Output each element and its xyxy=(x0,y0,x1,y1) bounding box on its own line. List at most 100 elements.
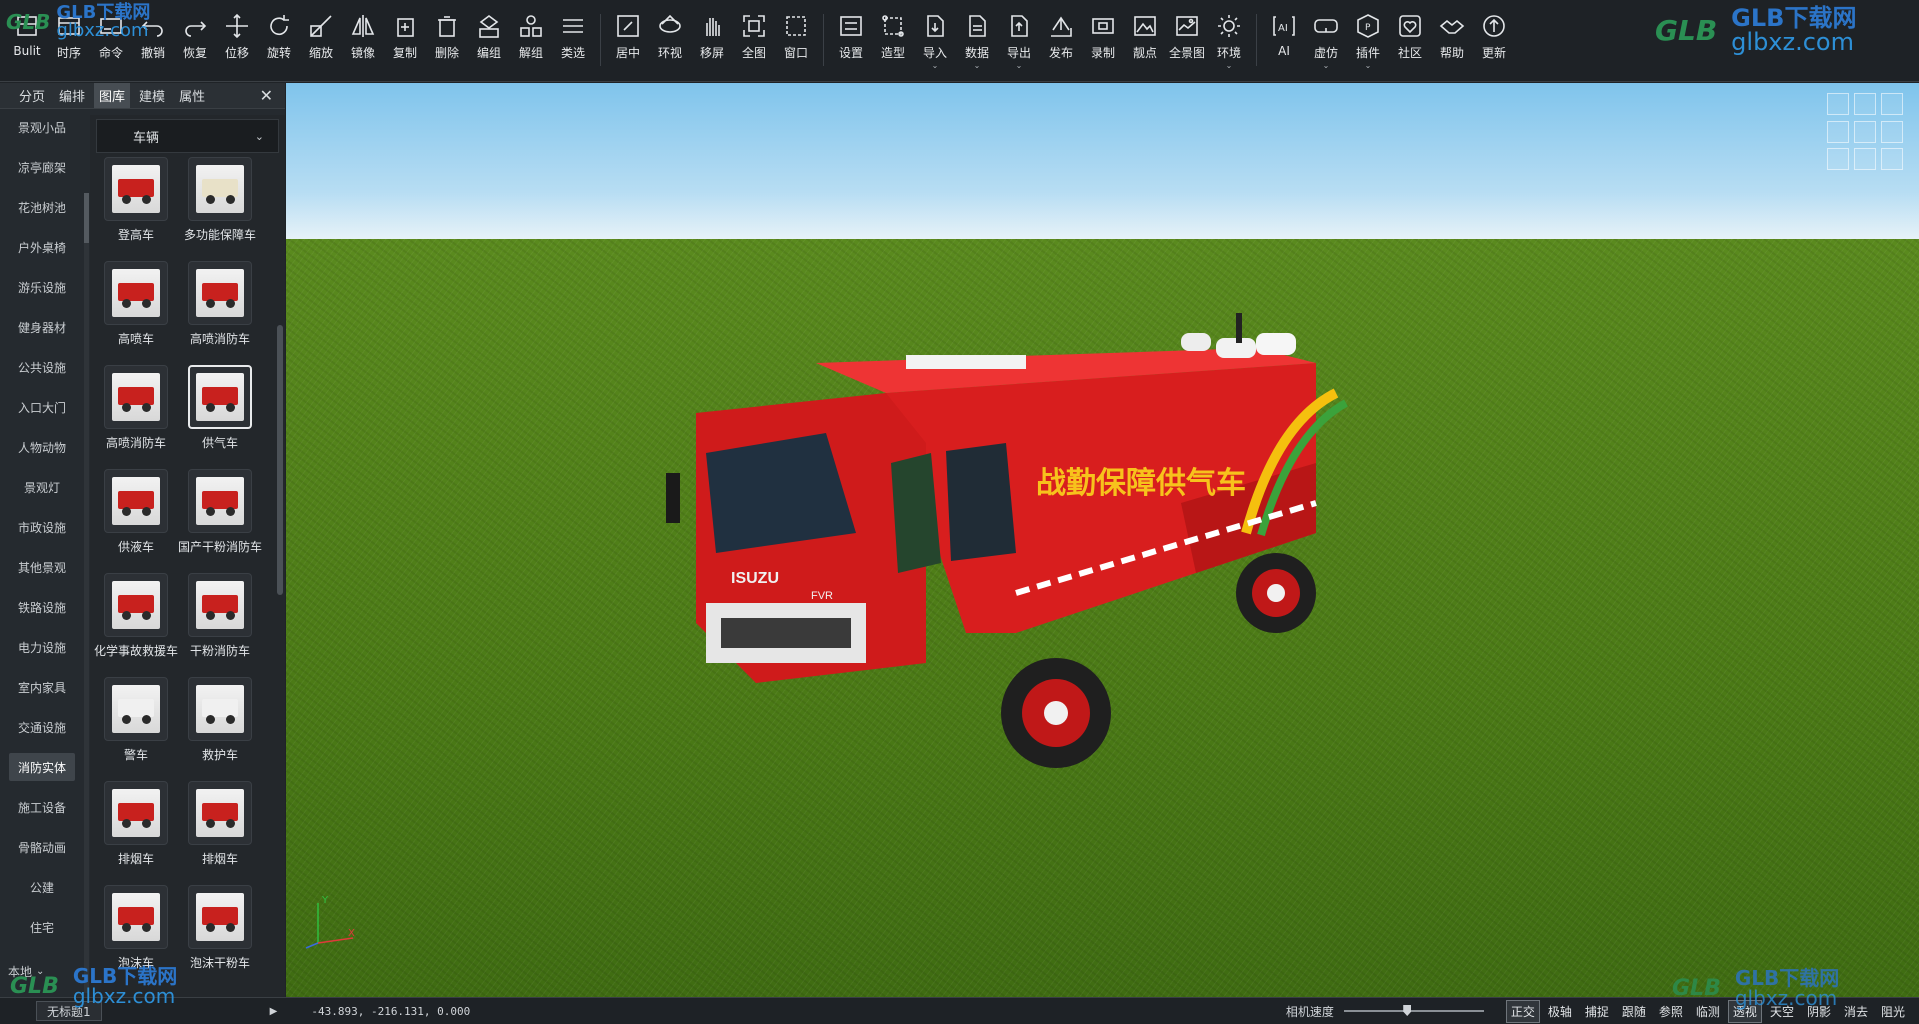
fire-truck-model[interactable]: ISUZU FVR 战勤保障供气车 xyxy=(636,303,1396,803)
toolbar-button-rotate[interactable]: 旋转 xyxy=(258,0,300,72)
mode-toggle[interactable]: 跟随 xyxy=(1617,1000,1651,1023)
category-item[interactable]: 其他景观 xyxy=(9,553,75,581)
gallery-item[interactable]: 多功能保障车 xyxy=(178,157,262,261)
mode-toggle[interactable]: 极轴 xyxy=(1543,1000,1577,1023)
camera-speed-slider[interactable] xyxy=(1343,1005,1484,1016)
gallery-item[interactable]: 供气车 xyxy=(178,365,262,469)
toolbar-button-community[interactable]: 社区 xyxy=(1389,0,1431,72)
mode-toggle[interactable]: 阴影 xyxy=(1802,1000,1836,1023)
category-scrollbar[interactable] xyxy=(84,193,89,993)
view-left-button[interactable] xyxy=(1827,120,1849,143)
play-icon[interactable]: ▶ xyxy=(270,1006,278,1017)
toolbar-button-update[interactable]: 更新 xyxy=(1473,0,1515,72)
toolbar-button-sun[interactable]: 环境 ⌄ xyxy=(1208,0,1250,72)
mode-toggle[interactable]: 正交 xyxy=(1505,999,1540,1023)
panel-tab[interactable]: 分页 xyxy=(14,83,50,108)
toolbar-button-record[interactable]: 录制 xyxy=(1082,0,1124,72)
mode-toggle[interactable]: 阻光 xyxy=(1876,1000,1910,1023)
toolbar-button-import[interactable]: 导入 ⌄ xyxy=(914,0,956,72)
category-item[interactable]: 公共设施 xyxy=(9,353,75,381)
toolbar-button-panorama[interactable]: 全景图 xyxy=(1166,0,1208,72)
toolbar-button-ungroup[interactable]: 解组 xyxy=(510,0,552,72)
toolbar-button-undo[interactable]: 撤销 xyxy=(132,0,174,72)
toolbar-button-data[interactable]: 数据 ⌄ xyxy=(956,0,998,72)
toolbar-button-plugin[interactable]: P 插件 ⌄ xyxy=(1347,0,1389,72)
category-item[interactable]: 室内家具 xyxy=(9,673,75,701)
panel-tab[interactable]: 建模 xyxy=(134,83,170,108)
view-right-button[interactable] xyxy=(1881,120,1903,143)
category-item[interactable]: 交通设施 xyxy=(9,713,75,741)
gallery-item[interactable]: 高喷消防车 xyxy=(94,365,178,469)
panel-tab[interactable]: 属性 xyxy=(174,83,210,108)
toolbar-button-publish[interactable]: 发布 xyxy=(1040,0,1082,72)
view-top-right-button[interactable] xyxy=(1881,93,1903,115)
gallery-item[interactable]: 高喷消防车 xyxy=(178,261,262,365)
toolbar-button-move[interactable]: 位移 xyxy=(216,0,258,72)
category-item[interactable]: 铁路设施 xyxy=(9,593,75,621)
mode-toggle[interactable]: 消去 xyxy=(1839,1000,1873,1023)
toolbar-button-help[interactable]: 帮助 xyxy=(1431,0,1473,72)
toolbar-button-center[interactable]: 居中 xyxy=(607,0,649,72)
toolbar-button-trash[interactable]: 删除 xyxy=(426,0,468,72)
category-item[interactable]: 花池树池 xyxy=(9,193,75,221)
gallery-item[interactable]: 排烟车 xyxy=(178,781,262,885)
toolbar-button-redo[interactable]: 恢复 xyxy=(174,0,216,72)
toolbar-button-grid[interactable]: Bulit xyxy=(6,0,48,72)
view-bottom-right-button[interactable] xyxy=(1881,148,1903,171)
category-item[interactable]: 公建 xyxy=(9,873,75,901)
gallery-item[interactable]: 排烟车 xyxy=(94,781,178,885)
category-item[interactable]: 电力设施 xyxy=(9,633,75,661)
3d-viewport[interactable]: ISUZU FVR 战勤保障供气车 Y X xyxy=(286,83,1919,997)
mode-toggle[interactable]: 透视 xyxy=(1727,999,1762,1023)
file-tab[interactable]: 无标题1 xyxy=(36,1001,102,1021)
category-item[interactable]: 消防实体 xyxy=(9,753,75,781)
gallery-item[interactable]: 登高车 xyxy=(94,157,178,261)
toolbar-button-vr[interactable]: 虚仿 ⌄ xyxy=(1305,0,1347,72)
gallery-item[interactable]: 救护车 xyxy=(178,677,262,781)
panel-tab[interactable]: 图库 xyxy=(94,83,131,108)
category-item[interactable]: 骨骼动画 xyxy=(9,833,75,861)
toolbar-button-group[interactable]: 编组 xyxy=(468,0,510,72)
category-item[interactable]: 景观小品 xyxy=(9,113,75,141)
gallery-item[interactable]: 供液车 xyxy=(94,469,178,573)
toolbar-button-scale[interactable]: 缩放 xyxy=(300,0,342,72)
toolbar-button-ai[interactable]: AI AI xyxy=(1263,0,1305,72)
toolbar-button-copy[interactable]: 复制 xyxy=(384,0,426,72)
gallery-item[interactable]: 高喷车 xyxy=(94,261,178,365)
mode-toggle[interactable]: 捕捉 xyxy=(1580,1000,1614,1023)
mode-toggle[interactable]: 天空 xyxy=(1765,1000,1799,1023)
view-bottom-button[interactable] xyxy=(1854,148,1876,171)
toolbar-button-orbit[interactable]: 环视 xyxy=(649,0,691,72)
gallery-category-select[interactable]: 车辆 ⌄ xyxy=(96,119,279,153)
gallery-item[interactable]: 国产干粉消防车 xyxy=(178,469,262,573)
category-item[interactable]: 人物动物 xyxy=(9,433,75,461)
category-item[interactable]: 入口大门 xyxy=(9,393,75,421)
toolbar-button-command[interactable]: 命令 xyxy=(90,0,132,72)
toolbar-button-timeline[interactable]: 时序 xyxy=(48,0,90,72)
toolbar-button-fit-all[interactable]: 全图 xyxy=(733,0,775,72)
mode-toggle[interactable]: 临测 xyxy=(1691,1000,1725,1023)
category-item[interactable]: 施工设备 xyxy=(9,793,75,821)
toolbar-button-list-select[interactable]: 类选 xyxy=(552,0,594,72)
toolbar-button-window-zoom[interactable]: 窗口 xyxy=(775,0,817,72)
category-item[interactable]: 住宅 xyxy=(9,913,75,941)
toolbar-button-shape[interactable]: 造型 xyxy=(872,0,914,72)
category-item[interactable]: 景观灯 xyxy=(9,473,75,501)
category-item[interactable]: 市政设施 xyxy=(9,513,75,541)
gallery-scrollbar[interactable] xyxy=(277,325,283,595)
toolbar-button-mirror[interactable]: 镜像 xyxy=(342,0,384,72)
toolbar-button-image[interactable]: 靓点 xyxy=(1124,0,1166,72)
category-item[interactable]: 健身器材 xyxy=(9,313,75,341)
view-top-button[interactable] xyxy=(1854,93,1876,115)
toolbar-button-hand[interactable]: 移屏 xyxy=(691,0,733,72)
category-item[interactable]: 户外桌椅 xyxy=(9,233,75,261)
view-bottom-left-button[interactable] xyxy=(1827,148,1849,171)
gallery-item[interactable]: 泡沫干粉车 xyxy=(178,885,262,989)
local-library-toggle[interactable]: 本地 ⌄ xyxy=(8,963,44,980)
gallery-item[interactable]: 警车 xyxy=(94,677,178,781)
view-front-button[interactable] xyxy=(1854,120,1876,143)
mode-toggle[interactable]: 参照 xyxy=(1654,1000,1688,1023)
category-item[interactable]: 凉亭廊架 xyxy=(9,153,75,181)
gallery-item[interactable]: 化学事故救援车 xyxy=(94,573,178,677)
panel-tab[interactable]: 编排 xyxy=(54,83,90,108)
